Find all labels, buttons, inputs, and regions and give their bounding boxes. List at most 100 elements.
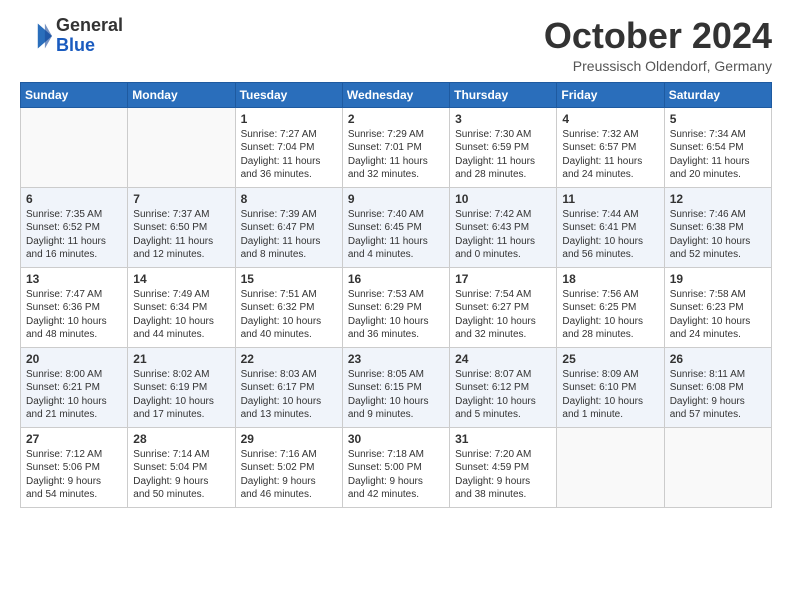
calendar-day-cell: 7 Sunrise: 7:37 AM Sunset: 6:50 PM Daylig… xyxy=(128,187,235,267)
logo-line2: Blue xyxy=(56,36,123,56)
calendar-day-header: Saturday xyxy=(664,82,771,107)
calendar-day-cell: 8 Sunrise: 7:39 AM Sunset: 6:47 PM Daylig… xyxy=(235,187,342,267)
calendar-day-cell: 21 Sunrise: 8:02 AM Sunset: 6:19 PM Dayli… xyxy=(128,347,235,427)
day-number: 26 xyxy=(670,352,766,366)
calendar-page: General Blue October 2024 Preussisch Old… xyxy=(0,0,792,524)
day-info: Sunrise: 7:20 AM Sunset: 4:59 PM Dayligh… xyxy=(455,448,551,502)
day-number: 14 xyxy=(133,272,229,286)
day-info: Sunrise: 7:42 AM Sunset: 6:43 PM Dayligh… xyxy=(455,208,551,262)
calendar-day-header: Monday xyxy=(128,82,235,107)
calendar-week-row: 6 Sunrise: 7:35 AM Sunset: 6:52 PM Daylig… xyxy=(21,187,772,267)
day-info: Sunrise: 7:58 AM Sunset: 6:23 PM Dayligh… xyxy=(670,288,766,342)
day-number: 24 xyxy=(455,352,551,366)
day-info: Sunrise: 7:35 AM Sunset: 6:52 PM Dayligh… xyxy=(26,208,122,262)
calendar-day-header: Thursday xyxy=(450,82,557,107)
calendar-day-cell: 12Sunrise: 7:46 AM Sunset: 6:38 PM Dayli… xyxy=(664,187,771,267)
calendar-day-cell: 22 Sunrise: 8:03 AM Sunset: 6:17 PM Dayli… xyxy=(235,347,342,427)
day-number: 7 xyxy=(133,192,229,206)
calendar-day-cell: 15Sunrise: 7:51 AM Sunset: 6:32 PM Dayli… xyxy=(235,267,342,347)
calendar-day-cell: 30 Sunrise: 7:18 AM Sunset: 5:00 PM Dayli… xyxy=(342,427,449,507)
calendar-header-row: SundayMondayTuesdayWednesdayThursdayFrid… xyxy=(21,82,772,107)
calendar-day-cell: 5Sunrise: 7:34 AM Sunset: 6:54 PM Daylig… xyxy=(664,107,771,187)
day-info: Sunrise: 7:47 AM Sunset: 6:36 PM Dayligh… xyxy=(26,288,122,342)
day-info: Sunrise: 7:44 AM Sunset: 6:41 PM Dayligh… xyxy=(562,208,658,262)
day-info: Sunrise: 8:07 AM Sunset: 6:12 PM Dayligh… xyxy=(455,368,551,422)
calendar-day-cell: 13Sunrise: 7:47 AM Sunset: 6:36 PM Dayli… xyxy=(21,267,128,347)
title-section: October 2024 Preussisch Oldendorf, Germa… xyxy=(544,16,772,74)
day-info: Sunrise: 7:16 AM Sunset: 5:02 PM Dayligh… xyxy=(241,448,337,502)
calendar-day-header: Sunday xyxy=(21,82,128,107)
day-info: Sunrise: 7:49 AM Sunset: 6:34 PM Dayligh… xyxy=(133,288,229,342)
day-number: 2 xyxy=(348,112,444,126)
day-info: Sunrise: 8:03 AM Sunset: 6:17 PM Dayligh… xyxy=(241,368,337,422)
day-number: 23 xyxy=(348,352,444,366)
day-info: Sunrise: 7:32 AM Sunset: 6:57 PM Dayligh… xyxy=(562,128,658,182)
day-number: 6 xyxy=(26,192,122,206)
day-number: 18 xyxy=(562,272,658,286)
day-info: Sunrise: 8:09 AM Sunset: 6:10 PM Dayligh… xyxy=(562,368,658,422)
day-info: Sunrise: 7:51 AM Sunset: 6:32 PM Dayligh… xyxy=(241,288,337,342)
calendar-day-cell: 14 Sunrise: 7:49 AM Sunset: 6:34 PM Dayli… xyxy=(128,267,235,347)
calendar-day-cell xyxy=(21,107,128,187)
day-number: 21 xyxy=(133,352,229,366)
calendar-week-row: 13Sunrise: 7:47 AM Sunset: 6:36 PM Dayli… xyxy=(21,267,772,347)
day-info: Sunrise: 7:39 AM Sunset: 6:47 PM Dayligh… xyxy=(241,208,337,262)
day-number: 10 xyxy=(455,192,551,206)
calendar-day-cell xyxy=(557,427,664,507)
day-number: 28 xyxy=(133,432,229,446)
day-info: Sunrise: 7:40 AM Sunset: 6:45 PM Dayligh… xyxy=(348,208,444,262)
calendar-day-cell xyxy=(664,427,771,507)
day-number: 29 xyxy=(241,432,337,446)
day-number: 31 xyxy=(455,432,551,446)
day-info: Sunrise: 7:18 AM Sunset: 5:00 PM Dayligh… xyxy=(348,448,444,502)
day-info: Sunrise: 8:11 AM Sunset: 6:08 PM Dayligh… xyxy=(670,368,766,422)
day-info: Sunrise: 7:27 AM Sunset: 7:04 PM Dayligh… xyxy=(241,128,337,182)
calendar-week-row: 20 Sunrise: 8:00 AM Sunset: 6:21 PM Dayli… xyxy=(21,347,772,427)
calendar-day-cell: 28 Sunrise: 7:14 AM Sunset: 5:04 PM Dayli… xyxy=(128,427,235,507)
day-info: Sunrise: 7:30 AM Sunset: 6:59 PM Dayligh… xyxy=(455,128,551,182)
calendar-day-cell: 20 Sunrise: 8:00 AM Sunset: 6:21 PM Dayli… xyxy=(21,347,128,427)
day-info: Sunrise: 8:00 AM Sunset: 6:21 PM Dayligh… xyxy=(26,368,122,422)
subtitle: Preussisch Oldendorf, Germany xyxy=(544,58,772,74)
day-number: 12 xyxy=(670,192,766,206)
calendar-day-cell: 1 Sunrise: 7:27 AM Sunset: 7:04 PM Daylig… xyxy=(235,107,342,187)
calendar-day-cell: 10 Sunrise: 7:42 AM Sunset: 6:43 PM Dayli… xyxy=(450,187,557,267)
logo: General Blue xyxy=(20,16,123,56)
calendar-day-cell: 31 Sunrise: 7:20 AM Sunset: 4:59 PM Dayli… xyxy=(450,427,557,507)
day-info: Sunrise: 7:14 AM Sunset: 5:04 PM Dayligh… xyxy=(133,448,229,502)
calendar-day-header: Wednesday xyxy=(342,82,449,107)
day-info: Sunrise: 7:34 AM Sunset: 6:54 PM Dayligh… xyxy=(670,128,766,182)
day-info: Sunrise: 8:02 AM Sunset: 6:19 PM Dayligh… xyxy=(133,368,229,422)
day-info: Sunrise: 7:53 AM Sunset: 6:29 PM Dayligh… xyxy=(348,288,444,342)
day-info: Sunrise: 7:56 AM Sunset: 6:25 PM Dayligh… xyxy=(562,288,658,342)
day-info: Sunrise: 7:12 AM Sunset: 5:06 PM Dayligh… xyxy=(26,448,122,502)
calendar-day-cell: 27 Sunrise: 7:12 AM Sunset: 5:06 PM Dayli… xyxy=(21,427,128,507)
day-number: 30 xyxy=(348,432,444,446)
calendar-week-row: 1 Sunrise: 7:27 AM Sunset: 7:04 PM Daylig… xyxy=(21,107,772,187)
day-number: 20 xyxy=(26,352,122,366)
calendar-day-cell: 11 Sunrise: 7:44 AM Sunset: 6:41 PM Dayli… xyxy=(557,187,664,267)
day-number: 3 xyxy=(455,112,551,126)
day-number: 11 xyxy=(562,192,658,206)
logo-line1: General xyxy=(56,16,123,36)
calendar-day-header: Tuesday xyxy=(235,82,342,107)
day-number: 8 xyxy=(241,192,337,206)
day-info: Sunrise: 8:05 AM Sunset: 6:15 PM Dayligh… xyxy=(348,368,444,422)
day-number: 9 xyxy=(348,192,444,206)
calendar-day-cell: 17Sunrise: 7:54 AM Sunset: 6:27 PM Dayli… xyxy=(450,267,557,347)
logo-icon xyxy=(20,20,52,52)
day-info: Sunrise: 7:37 AM Sunset: 6:50 PM Dayligh… xyxy=(133,208,229,262)
calendar-day-cell: 16 Sunrise: 7:53 AM Sunset: 6:29 PM Dayli… xyxy=(342,267,449,347)
day-number: 16 xyxy=(348,272,444,286)
day-number: 1 xyxy=(241,112,337,126)
day-info: Sunrise: 7:29 AM Sunset: 7:01 PM Dayligh… xyxy=(348,128,444,182)
day-number: 27 xyxy=(26,432,122,446)
page-header: General Blue October 2024 Preussisch Old… xyxy=(20,16,772,74)
calendar-day-cell: 3 Sunrise: 7:30 AM Sunset: 6:59 PM Daylig… xyxy=(450,107,557,187)
calendar-day-cell: 29 Sunrise: 7:16 AM Sunset: 5:02 PM Dayli… xyxy=(235,427,342,507)
calendar-day-cell: 2 Sunrise: 7:29 AM Sunset: 7:01 PM Daylig… xyxy=(342,107,449,187)
day-number: 25 xyxy=(562,352,658,366)
calendar-week-row: 27 Sunrise: 7:12 AM Sunset: 5:06 PM Dayli… xyxy=(21,427,772,507)
day-number: 22 xyxy=(241,352,337,366)
day-number: 17 xyxy=(455,272,551,286)
